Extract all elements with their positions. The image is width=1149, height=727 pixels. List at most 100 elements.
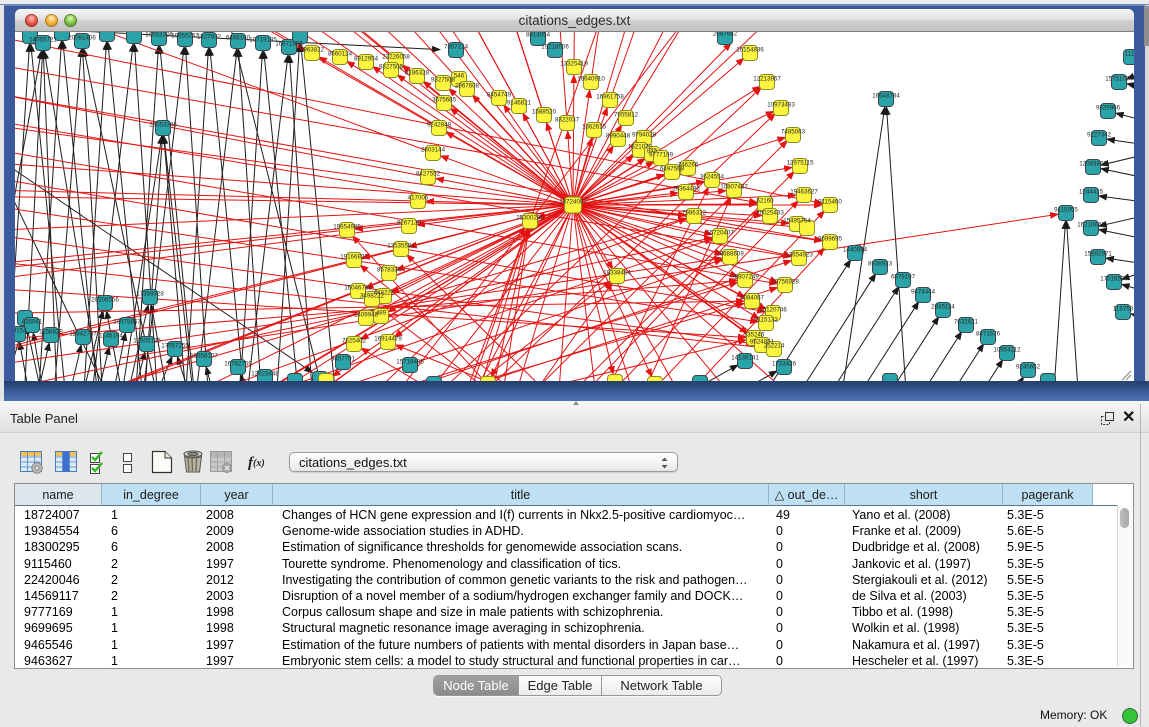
svg-text:8454749: 8454749 (487, 92, 512, 99)
svg-text:17359928: 17359928 (136, 291, 164, 298)
svg-text:9115132: 9115132 (754, 317, 778, 324)
svg-text:16961758: 16961758 (596, 94, 624, 101)
svg-text:1362615: 1362615 (582, 124, 607, 131)
svg-text:1156829: 1156829 (39, 329, 63, 336)
svg-text:9084067: 9084067 (740, 295, 765, 302)
svg-text:9794028: 9794028 (632, 132, 657, 139)
svg-text:252214: 252214 (764, 343, 785, 350)
svg-text:6497568: 6497568 (660, 166, 685, 173)
svg-text:2935114: 2935114 (931, 304, 955, 311)
svg-text:15720407: 15720407 (706, 230, 734, 237)
svg-text:9227342: 9227342 (1087, 132, 1112, 139)
svg-text:8471676: 8471676 (976, 331, 1001, 338)
svg-text:6879197: 6879197 (891, 274, 916, 281)
svg-text:13654923: 13654923 (785, 252, 813, 259)
svg-text:39154: 39154 (15, 328, 27, 335)
svg-text:12213967: 12213967 (753, 76, 781, 83)
svg-text:62160: 62160 (756, 198, 774, 205)
svg-text:1733426: 1733426 (772, 361, 797, 368)
svg-text:9242848: 9242848 (427, 122, 452, 129)
svg-text:7485063: 7485063 (781, 129, 806, 136)
svg-text:8938923: 8938923 (868, 261, 893, 268)
svg-text:19654985: 19654985 (333, 224, 361, 231)
svg-text:12975115: 12975115 (786, 160, 814, 167)
svg-text:1117: 1117 (1125, 51, 1134, 58)
svg-text:1145194: 1145194 (99, 333, 123, 340)
svg-text:8912954: 8912954 (354, 56, 379, 63)
svg-text:8813054: 8813054 (526, 32, 551, 39)
svg-text:25300205: 25300205 (516, 215, 544, 222)
svg-text:17016504: 17016504 (1100, 276, 1128, 283)
svg-text:8186328: 8186328 (405, 70, 430, 77)
svg-text:23226058: 23226058 (382, 54, 410, 61)
svg-text:116753: 116753 (1113, 306, 1134, 313)
svg-text:8322037: 8322037 (555, 117, 580, 124)
svg-text:7632621: 7632621 (954, 319, 979, 326)
svg-text:9699695: 9699695 (818, 236, 843, 243)
svg-text:19218506: 19218506 (541, 44, 569, 51)
svg-text:18807249: 18807249 (731, 274, 759, 281)
svg-text:8660124: 8660124 (328, 51, 353, 58)
svg-text:7986322: 7986322 (682, 210, 707, 217)
svg-text:15692971: 15692971 (1084, 251, 1112, 258)
svg-text:19166827: 19166827 (340, 254, 368, 261)
svg-text:9329966: 9329966 (1096, 105, 1121, 112)
svg-text:16782759: 16782759 (224, 361, 252, 368)
svg-text:7357224: 7357224 (444, 44, 469, 51)
svg-text:10975867: 10975867 (113, 319, 141, 326)
svg-text:16210643: 16210643 (1077, 222, 1105, 229)
svg-text:17957255: 17957255 (161, 343, 189, 350)
svg-text:1440954: 1440954 (843, 247, 868, 254)
svg-text:10756928: 10756928 (771, 279, 799, 286)
svg-text:10958107: 10958107 (190, 353, 218, 360)
svg-text:2803144: 2803144 (421, 147, 446, 154)
svg-text:16648784: 16648784 (872, 93, 900, 100)
svg-text:9457791: 9457791 (331, 356, 356, 363)
svg-text:14055721: 14055721 (29, 37, 57, 44)
svg-text:12505135: 12505135 (133, 338, 161, 345)
svg-text:8678334: 8678334 (377, 267, 402, 274)
svg-text:10719185: 10719185 (249, 37, 277, 44)
svg-text:2967608: 2967608 (455, 83, 480, 90)
svg-text:15751074: 15751074 (1105, 76, 1133, 83)
svg-text:7625402: 7625402 (342, 338, 367, 345)
svg-text:16046768: 16046768 (344, 285, 372, 292)
svg-text:10653326: 10653326 (145, 32, 173, 39)
svg-text:9115955: 9115955 (1054, 207, 1078, 214)
svg-text:7955812: 7955812 (614, 112, 639, 119)
svg-text:7963822: 7963822 (300, 47, 325, 54)
svg-text:8990448: 8990448 (606, 133, 631, 140)
svg-text:9327505: 9327505 (379, 64, 404, 71)
svg-text:13325419: 13325419 (560, 61, 588, 68)
svg-text:13535594: 13535594 (387, 243, 415, 250)
svg-text:16914479: 16914479 (374, 336, 402, 343)
svg-text:10120746: 10120746 (759, 307, 787, 314)
svg-text:9146821: 9146821 (507, 100, 532, 107)
svg-text:1409948: 1409948 (354, 312, 379, 319)
svg-text:19338454: 19338454 (603, 270, 631, 277)
svg-text:15495754: 15495754 (783, 218, 811, 225)
svg-text:20053346: 20053346 (149, 122, 177, 129)
svg-text:9327508: 9327508 (431, 77, 456, 84)
svg-text:8427552: 8427552 (416, 171, 441, 178)
svg-text:417006: 417006 (408, 195, 429, 202)
svg-text:3498222: 3498222 (360, 293, 385, 300)
svg-text:16640910: 16640910 (577, 76, 605, 83)
svg-text:10655267: 10655267 (171, 33, 199, 40)
svg-text:135246: 135246 (744, 332, 765, 339)
svg-text:14136141: 14136141 (731, 355, 759, 362)
svg-text:18724007: 18724007 (559, 199, 587, 206)
svg-text:3675685: 3675685 (432, 97, 457, 104)
svg-text:9115460: 9115460 (818, 199, 842, 206)
svg-text:1244415: 1244415 (1079, 189, 1104, 196)
svg-text:20364436: 20364436 (672, 186, 700, 193)
svg-text:546: 546 (454, 73, 465, 80)
svg-text:10973493: 10973493 (767, 102, 795, 109)
svg-text:1588520: 1588520 (532, 109, 557, 116)
svg-text:10025433: 10025433 (756, 210, 784, 217)
svg-text:435061: 435061 (22, 319, 43, 326)
svg-text:12923448: 12923448 (251, 371, 279, 378)
svg-text:12942757: 12942757 (69, 331, 97, 338)
svg-text:16154836: 16154836 (736, 47, 764, 54)
svg-text:3624554: 3624554 (700, 174, 725, 181)
